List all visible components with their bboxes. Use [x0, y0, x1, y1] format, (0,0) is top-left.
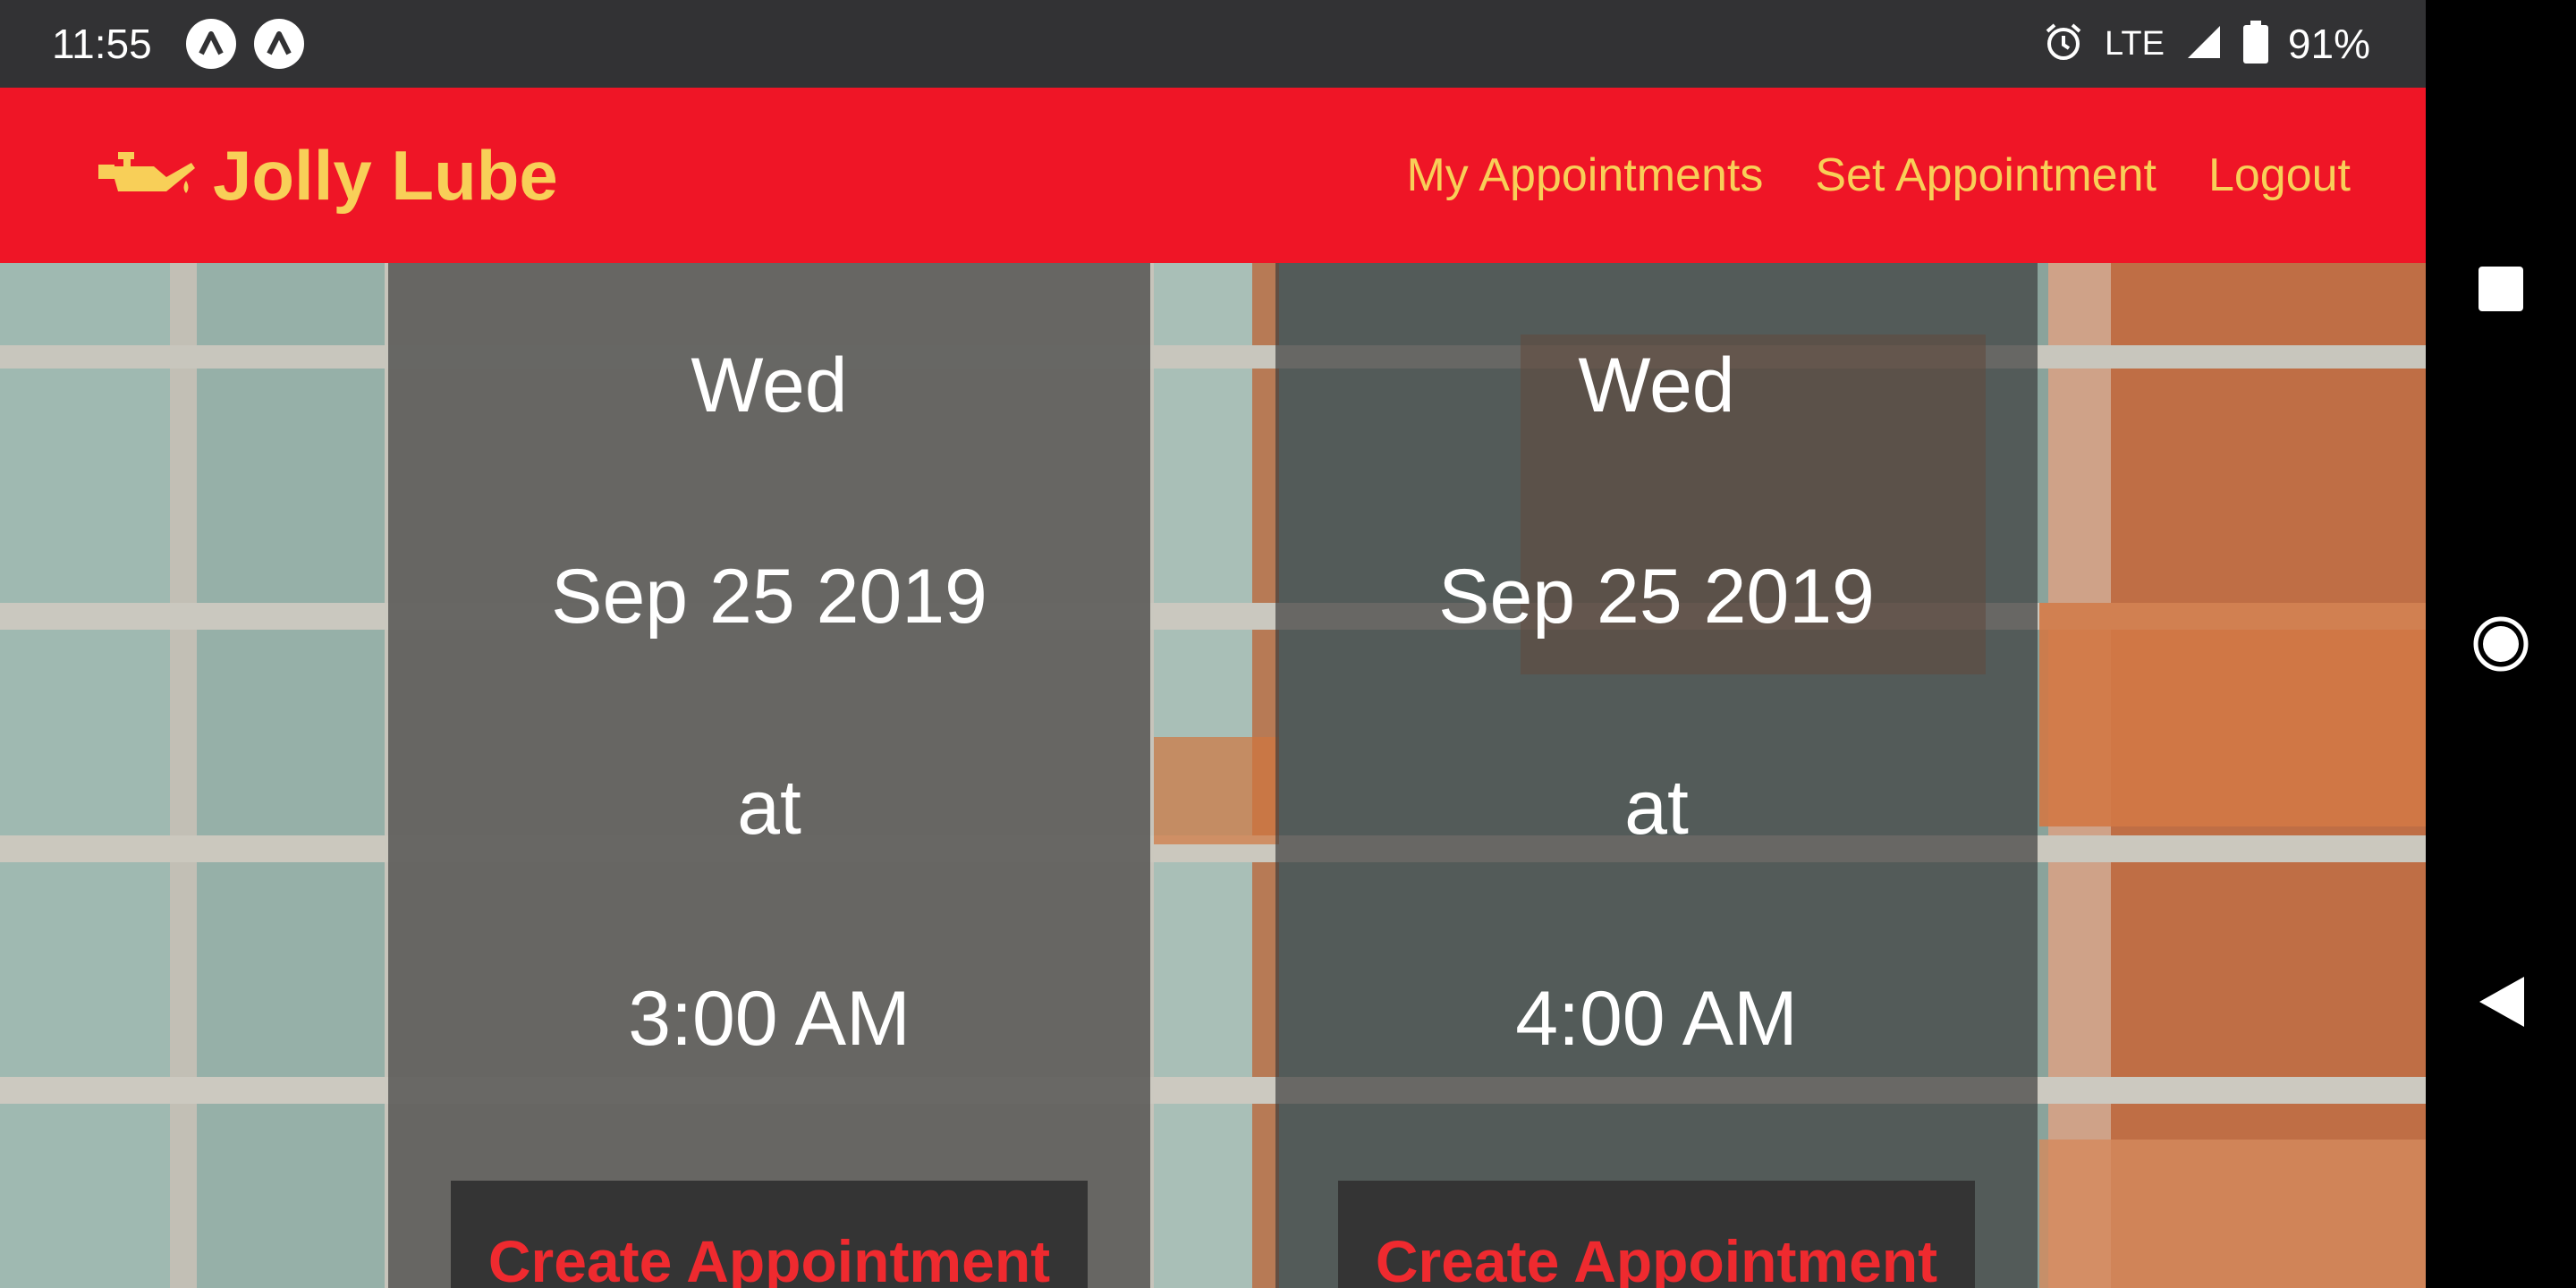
status-bar: 11:55 LTE 91% [0, 0, 2426, 88]
appointment-day: Wed [691, 343, 848, 428]
brand[interactable]: Jolly Lube [98, 135, 558, 216]
appointment-card: Wed Sep 25 2019 at 3:00 AM Create Appoin… [388, 263, 1150, 1288]
create-appointment-button[interactable]: Create Appointment [451, 1181, 1088, 1288]
create-appointment-button[interactable]: Create Appointment [1338, 1181, 1975, 1288]
nav-logout[interactable]: Logout [2208, 148, 2351, 202]
nav-set-appointment[interactable]: Set Appointment [1815, 148, 2157, 202]
appointment-day: Wed [1578, 343, 1735, 428]
status-time: 11:55 [52, 21, 152, 67]
content-area: Wed Sep 25 2019 at 3:00 AM Create Appoin… [0, 263, 2426, 1288]
nav-my-appointments[interactable]: My Appointments [1406, 148, 1763, 202]
overview-icon[interactable] [2477, 265, 2525, 318]
app-notification-icon [185, 19, 236, 69]
system-navigation-bar [2426, 0, 2576, 1288]
brick-background [2039, 1140, 2426, 1288]
battery-icon [2242, 20, 2268, 68]
brick-background [1154, 737, 1279, 844]
status-bar-left: 11:55 [52, 19, 322, 69]
appointment-at: at [1624, 765, 1689, 851]
brick-background [2039, 603, 2426, 826]
appointment-card: Wed Sep 25 2019 at 4:00 AM Create Appoin… [1275, 263, 2038, 1288]
appointment-time: 4:00 AM [1515, 976, 1798, 1062]
status-bar-right: LTE 91% [2022, 20, 2370, 68]
create-appointment-label: Create Appointment [1375, 1228, 1938, 1288]
oil-can-icon [98, 147, 199, 204]
alarm-icon [2042, 21, 2085, 68]
appointment-time: 3:00 AM [628, 976, 911, 1062]
create-appointment-label: Create Appointment [487, 1228, 1051, 1288]
appointment-date: Sep 25 2019 [551, 554, 987, 640]
home-icon[interactable] [2472, 615, 2529, 677]
top-navbar: Jolly Lube My Appointments Set Appointme… [0, 88, 2426, 263]
network-type: LTE [2105, 24, 2165, 63]
appointment-at: at [737, 765, 801, 851]
back-icon[interactable] [2476, 975, 2526, 1033]
app-notification-icon [253, 19, 304, 69]
signal-icon [2184, 22, 2224, 66]
brand-title: Jolly Lube [213, 135, 558, 215]
appointment-date: Sep 25 2019 [1438, 554, 1875, 640]
battery-level: 91% [2287, 21, 2370, 67]
nav-links: My Appointments Set Appointment Logout [1354, 148, 2351, 202]
